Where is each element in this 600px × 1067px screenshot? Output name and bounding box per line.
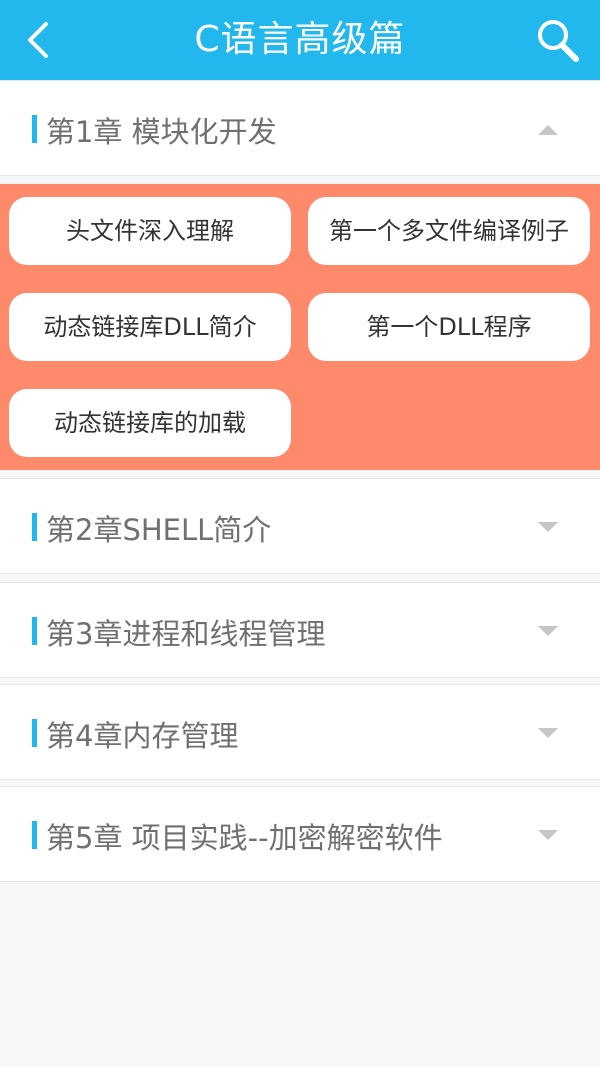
lesson-button[interactable]: 头文件深入理解: [9, 197, 291, 265]
chapter-4-label: 第4章内存管理: [46, 719, 239, 753]
chapter-5-label: 第5章 项目实践--加密解密软件: [46, 821, 443, 855]
chevron-down-icon: [538, 728, 558, 738]
chapter-1-header[interactable]: 第1章 模块化开发: [0, 80, 600, 176]
search-button[interactable]: [532, 14, 584, 66]
chapter-1-label: 第1章 模块化开发: [46, 115, 277, 149]
chapter-3-header[interactable]: 第3章进程和线程管理: [0, 582, 600, 678]
chapter-4-header[interactable]: 第4章内存管理: [0, 684, 600, 780]
lesson-button[interactable]: 第一个DLL程序: [308, 293, 590, 361]
chapter-1-lessons: 头文件深入理解 第一个多文件编译例子 动态链接库DLL简介 第一个DLL程序 动…: [0, 184, 600, 470]
app-header: C语言高级篇: [0, 0, 600, 80]
lesson-button[interactable]: 第一个多文件编译例子: [308, 197, 590, 265]
lesson-button[interactable]: 动态链接库DLL简介: [9, 293, 291, 361]
page-title: C语言高级篇: [194, 19, 406, 60]
chapter-accent-bar: [32, 617, 37, 645]
back-button[interactable]: [14, 16, 62, 64]
chevron-up-icon: [538, 125, 558, 135]
chevron-left-icon: [28, 22, 48, 58]
search-icon: [538, 20, 579, 62]
chapter-2-header[interactable]: 第2章SHELL简介: [0, 478, 600, 574]
lesson-button[interactable]: 动态链接库的加载: [9, 389, 291, 457]
chevron-down-icon: [538, 626, 558, 636]
chapter-5-header[interactable]: 第5章 项目实践--加密解密软件: [0, 786, 600, 882]
chapter-2-label: 第2章SHELL简介: [46, 513, 272, 547]
chapter-accent-bar: [32, 115, 37, 143]
chapter-3-label: 第3章进程和线程管理: [46, 617, 326, 651]
chevron-down-icon: [538, 522, 558, 532]
chapter-accent-bar: [32, 719, 37, 747]
chevron-down-icon: [538, 830, 558, 840]
chapter-accent-bar: [32, 821, 37, 849]
chapter-accent-bar: [32, 513, 37, 541]
